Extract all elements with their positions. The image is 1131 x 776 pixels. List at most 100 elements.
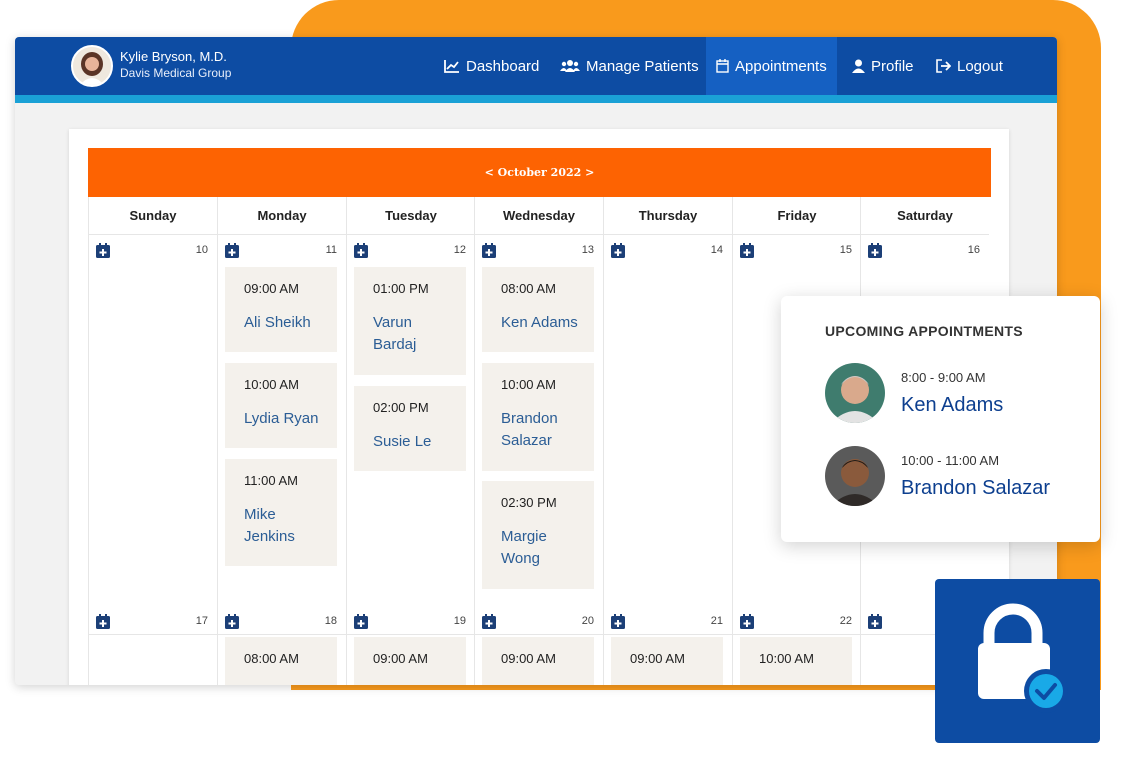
appointment-card[interactable]: 02:30 PM Margie Wong <box>482 481 594 589</box>
appointment-time: 11:00 AM <box>244 473 298 488</box>
lock-check-icon <box>978 603 1068 713</box>
day-header: Tuesday <box>347 197 475 235</box>
add-appointment-icon[interactable] <box>740 243 754 258</box>
day-number: 13 <box>581 244 594 256</box>
sign-out-icon <box>936 59 951 73</box>
appointment-time: 10:00 AM <box>759 651 814 666</box>
nav-manage-patients[interactable]: Manage Patients <box>560 37 699 95</box>
day-header: Wednesday <box>475 197 603 235</box>
week-divider <box>88 634 991 635</box>
upcoming-patient-name[interactable]: Brandon Salazar <box>901 477 1050 500</box>
appointment-card[interactable]: 08:00 AM Ken Adams <box>482 267 594 352</box>
add-appointment-icon[interactable] <box>354 243 368 258</box>
doctor-name: Kylie Bryson, M.D. <box>120 49 227 64</box>
day-number: 16 <box>967 244 980 256</box>
month-label[interactable]: < October 2022 > <box>485 166 595 179</box>
nav-profile-label: Profile <box>871 57 914 75</box>
nav-dashboard-label: Dashboard <box>466 57 540 75</box>
appointment-patient: Ken Adams <box>501 314 578 331</box>
add-appointment-icon[interactable] <box>354 614 368 629</box>
appointment-patient: Ali Sheikh <box>244 314 311 331</box>
month-navigator[interactable]: < October 2022 > <box>88 148 991 197</box>
appointment-card[interactable]: 08:00 AM <box>225 637 337 685</box>
appointment-patient: Margie Wong <box>501 528 547 567</box>
appointment-card[interactable]: 09:00 AM <box>482 637 594 685</box>
add-appointment-icon[interactable] <box>96 614 110 629</box>
user-icon <box>852 59 865 73</box>
appointment-time: 02:30 PM <box>501 495 557 510</box>
appointment-card[interactable]: 09:00 AM <box>354 637 466 685</box>
day-number: 20 <box>581 615 594 627</box>
users-icon <box>560 60 580 72</box>
appointment-card[interactable]: 09:00 AM <box>611 637 723 685</box>
upcoming-time: 8:00 - 9:00 AM <box>901 370 986 385</box>
appointment-time: 08:00 AM <box>501 281 556 296</box>
nav-dashboard[interactable]: Dashboard <box>444 37 539 95</box>
upcoming-patient-name[interactable]: Ken Adams <box>901 394 1003 417</box>
add-appointment-icon[interactable] <box>611 243 625 258</box>
patient-avatar <box>825 446 885 506</box>
appointment-time: 09:00 AM <box>244 281 299 296</box>
appointment-patient: Brandon Salazar <box>501 410 558 449</box>
nav-profile[interactable]: Profile <box>852 37 914 95</box>
day-column-thursday: Thursday <box>603 197 732 685</box>
calendar-icon <box>716 59 729 73</box>
appointment-time: 09:00 AM <box>501 651 556 666</box>
patient-avatar <box>825 363 885 423</box>
nav-appointments[interactable]: Appointments <box>706 37 837 95</box>
appointment-time: 10:00 AM <box>244 377 299 392</box>
top-navbar: Kylie Bryson, M.D. Davis Medical Group D… <box>15 37 1057 95</box>
appointment-patient: Mike Jenkins <box>244 506 295 545</box>
add-appointment-icon[interactable] <box>868 243 882 258</box>
add-appointment-icon[interactable] <box>482 243 496 258</box>
appointment-card[interactable]: 01:00 PM Varun Bardaj <box>354 267 466 375</box>
day-header: Monday <box>218 197 346 235</box>
doctor-organization: Davis Medical Group <box>120 66 232 80</box>
nav-manage-patients-label: Manage Patients <box>586 57 699 75</box>
day-header: Thursday <box>604 197 732 235</box>
day-number: 10 <box>195 244 208 256</box>
appointment-card[interactable]: 09:00 AM Ali Sheikh <box>225 267 337 352</box>
navbar-underline <box>15 95 1057 103</box>
add-appointment-icon[interactable] <box>96 243 110 258</box>
day-number: 12 <box>453 244 466 256</box>
add-appointment-icon[interactable] <box>611 614 625 629</box>
add-appointment-icon[interactable] <box>225 243 239 258</box>
add-appointment-icon[interactable] <box>482 614 496 629</box>
upcoming-time: 10:00 - 11:00 AM <box>901 453 1000 468</box>
appointment-time: 01:00 PM <box>373 281 429 296</box>
appointment-card[interactable]: 10:00 AM Lydia Ryan <box>225 363 337 448</box>
appointment-card[interactable]: 11:00 AM Mike Jenkins <box>225 459 337 566</box>
appointment-patient: Varun Bardaj <box>373 314 417 353</box>
nav-logout-label: Logout <box>957 57 1003 75</box>
appointment-time: 08:00 AM <box>244 651 299 666</box>
appointment-card[interactable]: 02:00 PM Susie Le <box>354 386 466 471</box>
nav-logout[interactable]: Logout <box>936 37 1003 95</box>
security-badge <box>935 579 1100 743</box>
appointment-patient: Lydia Ryan <box>244 410 319 427</box>
day-number: 15 <box>839 244 852 256</box>
day-header: Friday <box>733 197 861 235</box>
day-header: Saturday <box>861 197 989 235</box>
add-appointment-icon[interactable] <box>225 614 239 629</box>
appointment-card[interactable]: 10:00 AM <box>740 637 852 685</box>
day-number: 17 <box>195 615 208 627</box>
appointment-patient: Susie Le <box>373 433 432 450</box>
appointment-time: 09:00 AM <box>373 651 428 666</box>
upcoming-appointments-card: UPCOMING APPOINTMENTS 8:00 - 9:00 AM Ken… <box>781 296 1100 542</box>
appointment-time: 10:00 AM <box>501 377 556 392</box>
add-appointment-icon[interactable] <box>868 614 882 629</box>
appointment-time: 09:00 AM <box>630 651 685 666</box>
nav-appointments-label: Appointments <box>735 57 827 75</box>
day-number: 14 <box>710 244 723 256</box>
appointment-card[interactable]: 10:00 AM Brandon Salazar <box>482 363 594 471</box>
day-column-sunday: Sunday <box>88 197 217 685</box>
doctor-avatar[interactable] <box>71 45 113 87</box>
chart-line-icon <box>444 60 459 73</box>
add-appointment-icon[interactable] <box>740 614 754 629</box>
day-number: 19 <box>453 615 466 627</box>
day-number: 21 <box>710 615 723 627</box>
appointment-time: 02:00 PM <box>373 400 429 415</box>
day-number: 18 <box>324 615 337 627</box>
day-number: 22 <box>839 615 852 627</box>
